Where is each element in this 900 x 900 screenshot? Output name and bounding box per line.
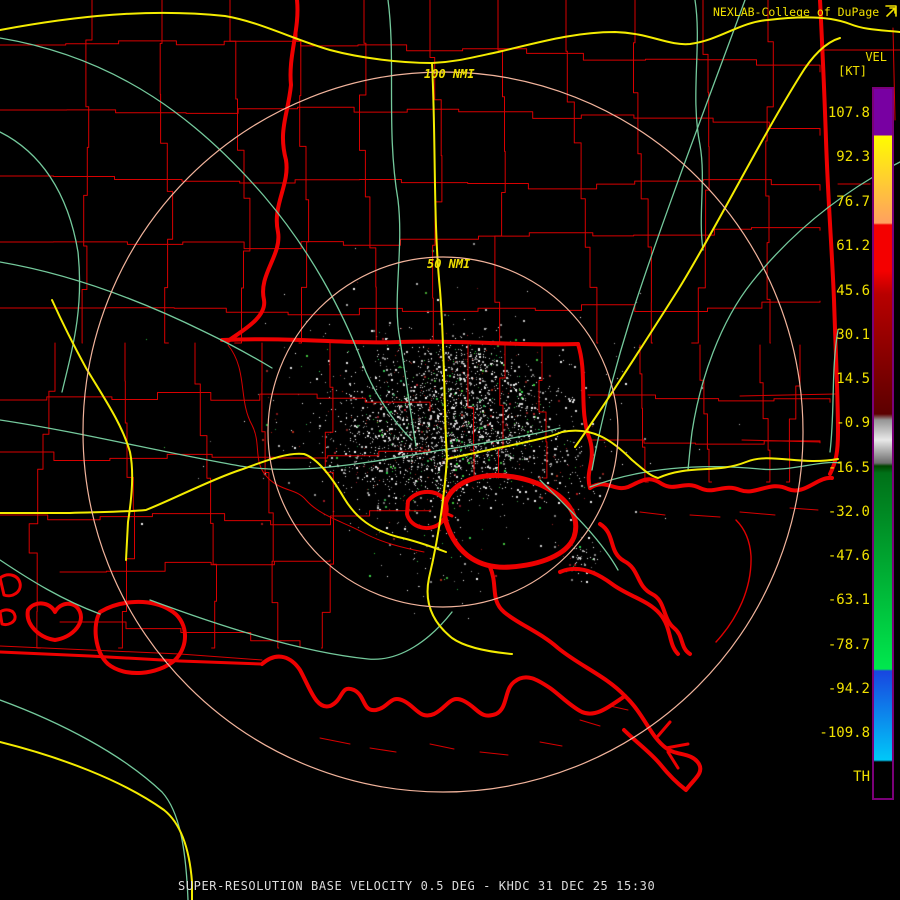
colorbar-tick: -109.8 [819,725,870,741]
county-line [296,0,310,344]
county-line [765,0,774,344]
county-line [538,344,548,479]
colorbar-tick: 61.2 [836,238,870,254]
county-line [699,344,712,483]
colorbar-tick: -78.7 [827,637,870,653]
county-line [565,0,599,344]
base-map: 100 NMI 50 NMI [0,0,900,900]
ring-label-100nmi: 100 NMI [424,67,475,81]
county-line [759,344,771,483]
county-line [159,0,174,344]
colorbar-tick: 30.1 [836,327,870,343]
county-line [0,449,431,461]
colorbar-tick: 92.3 [836,149,870,165]
county-line [0,300,821,316]
product-title: SUPER-RESOLUTION BASE VELOCITY 0.5 DEG -… [178,879,656,893]
gulf-coast-ms [588,475,834,494]
county-line [785,344,801,483]
radar-viewer: 100 NMI 50 NMI NEXLAB-College of DuPage … [0,0,900,900]
biloxi-marsh [598,522,692,656]
county-line [691,0,710,344]
scale-unit: [KT] [838,64,867,78]
ring-label-50nmi: 50 NMI [427,257,471,271]
county-line [59,559,331,573]
scale-title: VEL [865,50,887,64]
colorbar-tick: -94.2 [827,681,870,697]
county-boundaries [0,0,831,649]
highways-primary [0,11,900,900]
colorbar-tick: 76.7 [836,194,870,210]
colorbar-tick: -16.5 [827,460,870,476]
west-spit [0,650,264,666]
county-line [194,342,217,649]
lake-salvador [93,599,188,676]
county-line [81,0,93,344]
external-link-icon [885,5,897,17]
range-rings: 100 NMI 50 NMI [82,67,804,793]
colorbar-tick: TH [853,769,870,785]
east-state-line [818,0,840,476]
county-line [587,394,831,403]
colorbar-tick: -47.6 [827,548,870,564]
county-line [359,0,383,344]
county-line [0,392,431,412]
county-line [589,439,821,445]
ring-100nmi [82,71,804,793]
colorbar-tick: -63.1 [827,592,870,608]
pearl-river [576,342,594,490]
colorbar-tick: -32.0 [827,504,870,520]
colorbar-tick: 45.6 [836,283,870,299]
county-line [497,344,506,479]
county-line [633,0,653,344]
colorbar-tick: 107.8 [827,105,870,121]
county-line [467,344,475,479]
county-line [0,175,821,191]
colorbar-tick: -0.9 [836,415,870,431]
county-line [229,0,251,344]
lake-pontchartrain [442,472,579,570]
county-line [0,227,821,250]
county-line [320,342,334,649]
colorbar-tick: 14.5 [836,371,870,387]
brand-watermark: NEXLAB-College of DuPage [713,5,880,19]
la-marsh-coast [260,654,627,718]
county-line [639,344,649,483]
county-line [261,342,280,649]
mississippi-river [226,0,300,343]
velocity-colorbar [872,87,894,800]
